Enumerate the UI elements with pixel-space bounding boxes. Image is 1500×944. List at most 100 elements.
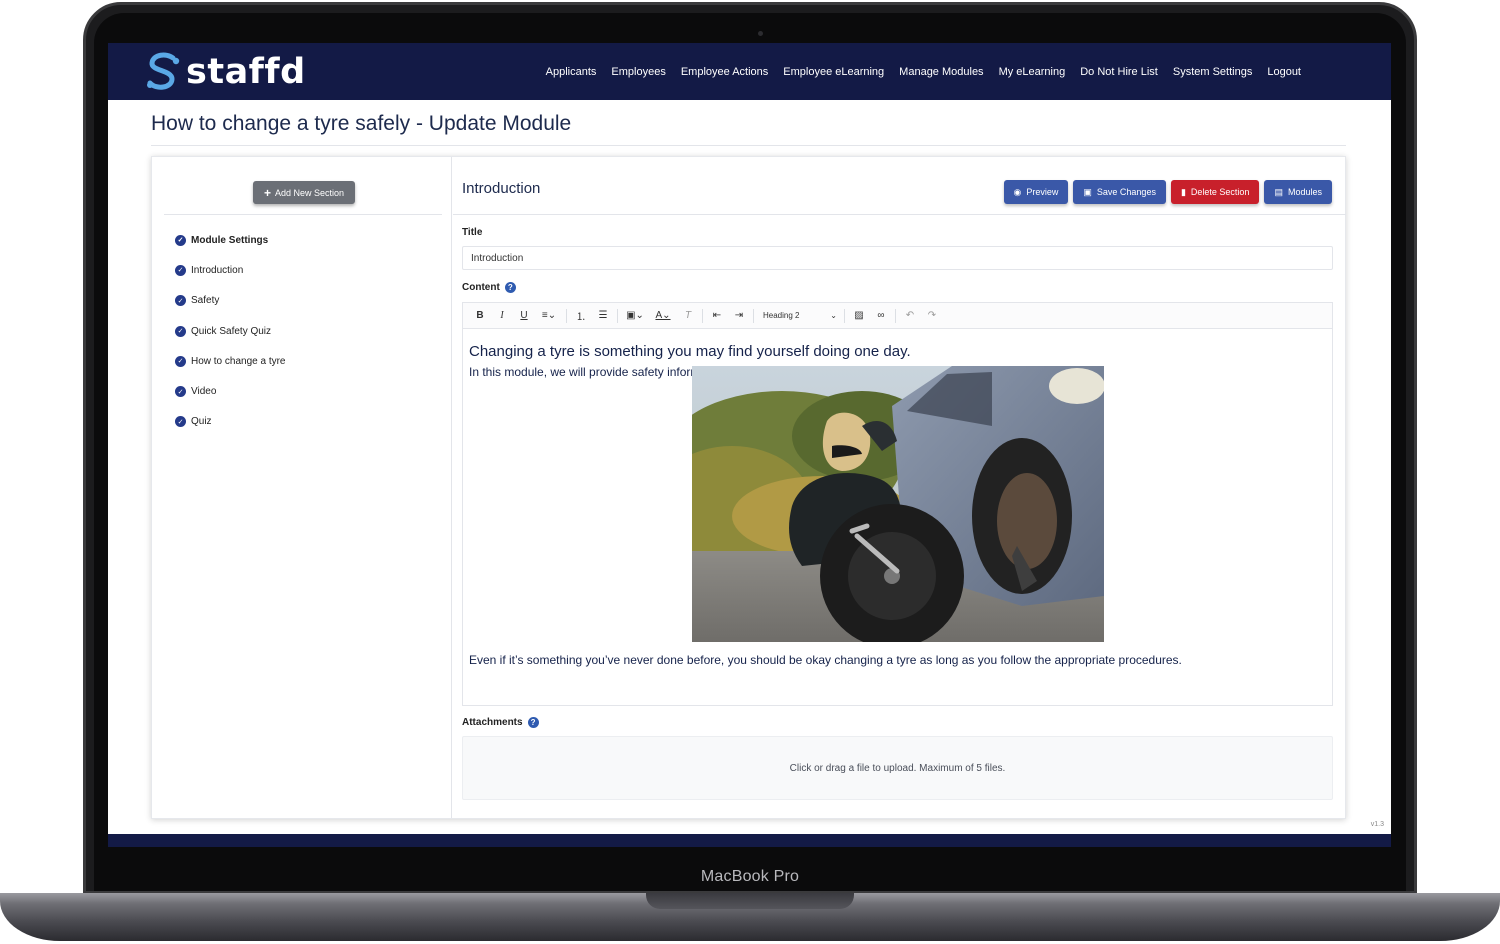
check-circle-icon: ✓ (175, 234, 186, 246)
plus-icon: + (263, 185, 271, 200)
sidebar-item-video[interactable]: ✓ Video (175, 376, 286, 406)
section-heading: Introduction (462, 180, 541, 197)
content-label: Content (462, 282, 500, 293)
numbered-list-icon[interactable]: ⒈ (570, 308, 592, 323)
content-heading: Changing a tyre is something you may fin… (469, 343, 911, 360)
section-list: ✓ Module Settings ✓ Introduction ✓ Safet… (175, 225, 286, 437)
device-label: MacBook Pro (700, 868, 800, 885)
nav-manage-modules[interactable]: Manage Modules (899, 66, 983, 78)
sidebar-item-how-to-change-a-tyre[interactable]: ✓ How to change a tyre (175, 346, 286, 376)
toolbar-divider (895, 308, 896, 323)
bold-icon[interactable]: B (469, 310, 491, 321)
camera-icon (758, 31, 763, 36)
outdent-icon[interactable]: ⇤ (706, 310, 728, 321)
laptop-base-notch (646, 893, 854, 909)
delete-section-label: Delete Section (1190, 187, 1250, 197)
undo-icon[interactable]: ↶ (899, 310, 921, 321)
toolbar-divider (617, 308, 618, 323)
section-editor: Introduction ◉ Preview ▣ Save Changes ▮ … (453, 157, 1346, 818)
image-icon[interactable]: ▨ (848, 310, 870, 321)
sidebar-item-label: Video (191, 386, 217, 398)
preview-button[interactable]: ◉ Preview (1003, 180, 1069, 204)
attachments-label-row: Attachments ? (462, 717, 539, 728)
main-nav: Applicants Employees Employee Actions Em… (531, 43, 1391, 100)
add-new-section-button[interactable]: + Add New Section (253, 181, 355, 204)
toolbar-divider (566, 308, 567, 323)
nav-logout[interactable]: Logout (1267, 66, 1301, 78)
sidebar-item-quiz[interactable]: ✓ Quiz (175, 407, 286, 437)
heading-select-value: Heading 2 (763, 311, 800, 320)
title-label: Title (462, 227, 483, 238)
attachments-label: Attachments (462, 717, 523, 728)
check-circle-icon: ✓ (175, 325, 186, 337)
nav-employee-elearning[interactable]: Employee eLearning (783, 66, 884, 78)
bullet-list-icon[interactable]: ☰ (592, 310, 614, 321)
clear-format-icon[interactable]: T (677, 310, 699, 321)
tyre-change-photo[interactable] (692, 366, 1104, 642)
screen: staffd Applicants Employees Employee Act… (108, 43, 1391, 847)
check-circle-icon: ✓ (175, 416, 186, 428)
sidebar-item-safety[interactable]: ✓ Safety (175, 286, 286, 316)
help-icon[interactable]: ? (527, 717, 539, 728)
add-new-section-label: Add New Section (274, 187, 345, 198)
italic-icon[interactable]: I (491, 310, 513, 321)
trash-icon: ▮ (1180, 186, 1186, 197)
nav-employee-actions[interactable]: Employee Actions (681, 66, 768, 78)
sidebar-item-label: Safety (191, 295, 220, 307)
brand-logo[interactable]: staffd (145, 51, 306, 93)
sidebar-item-quick-safety-quiz[interactable]: ✓ Quick Safety Quiz (175, 316, 286, 346)
content-paragraph-2: Even if it’s something you’ve never done… (469, 653, 1182, 667)
nav-do-not-hire-list[interactable]: Do Not Hire List (1080, 66, 1158, 78)
sidebar-item-label: Quiz (191, 416, 212, 428)
redo-icon[interactable]: ↷ (921, 310, 943, 321)
sidebar-item-label: Quick Safety Quiz (191, 325, 272, 337)
chevron-down-icon: ⌄ (830, 311, 837, 320)
nav-applicants[interactable]: Applicants (546, 66, 597, 78)
toolbar-divider (702, 308, 703, 323)
eye-icon: ◉ (1013, 186, 1022, 197)
indent-icon[interactable]: ⇥ (728, 310, 750, 321)
section-actions: ◉ Preview ▣ Save Changes ▮ Delete Sectio… (999, 180, 1332, 204)
modules-button[interactable]: ▤ Modules (1264, 180, 1332, 204)
modules-label: Modules (1287, 187, 1322, 197)
nav-system-settings[interactable]: System Settings (1173, 66, 1252, 78)
title-input[interactable]: Introduction (462, 246, 1333, 270)
file-upload-dropzone[interactable]: Click or drag a file to upload. Maximum … (462, 736, 1333, 800)
sidebar-item-label: How to change a tyre (191, 355, 286, 367)
check-circle-icon: ✓ (175, 264, 186, 276)
sidebar-item-label: Module Settings (191, 234, 269, 246)
align-icon[interactable]: ≡⌄ (535, 310, 563, 321)
content-label-row: Content ? (462, 282, 516, 293)
editor-toolbar: B I U ≡⌄ ⒈ ☰ ▣⌄ A⌄ T ⇤ ⇥ Heading 2 ⌄ ▨ ∞… (463, 303, 1332, 329)
page-title: How to change a tyre safely - Update Mod… (151, 112, 572, 135)
bottom-bar (108, 834, 1391, 847)
sidebar-divider (164, 214, 442, 215)
version-label: v1.3 (1370, 821, 1384, 828)
check-circle-icon: ✓ (175, 295, 186, 307)
nav-my-elearning[interactable]: My eLearning (999, 66, 1066, 78)
help-icon[interactable]: ? (504, 282, 516, 293)
background-color-icon[interactable]: ▣⌄ (621, 310, 649, 321)
link-icon[interactable]: ∞ (870, 310, 892, 321)
sidebar-item-module-settings[interactable]: ✓ Module Settings (175, 225, 286, 255)
save-icon: ▣ (1083, 186, 1092, 197)
top-navbar: staffd Applicants Employees Employee Act… (108, 43, 1391, 100)
tyre-change-illustration (692, 366, 1104, 642)
toolbar-divider (753, 308, 754, 323)
preview-label: Preview (1026, 187, 1059, 197)
delete-section-button[interactable]: ▮ Delete Section (1170, 180, 1260, 204)
text-color-icon[interactable]: A⌄ (649, 310, 677, 321)
sidebar-item-introduction[interactable]: ✓ Introduction (175, 255, 286, 285)
heading-select[interactable]: Heading 2 ⌄ (757, 311, 841, 320)
nav-employees[interactable]: Employees (611, 66, 665, 78)
underline-icon[interactable]: U (513, 310, 535, 321)
rich-text-editor: B I U ≡⌄ ⒈ ☰ ▣⌄ A⌄ T ⇤ ⇥ Heading 2 ⌄ ▨ ∞… (462, 302, 1333, 706)
title-divider (151, 145, 1346, 146)
save-changes-button[interactable]: ▣ Save Changes (1073, 180, 1166, 204)
editor-header-divider (453, 214, 1346, 215)
sidebar-item-label: Introduction (191, 264, 244, 276)
brand-name: staffd (186, 52, 306, 92)
check-circle-icon: ✓ (175, 386, 186, 398)
toolbar-divider (844, 308, 845, 323)
check-circle-icon: ✓ (175, 355, 186, 367)
